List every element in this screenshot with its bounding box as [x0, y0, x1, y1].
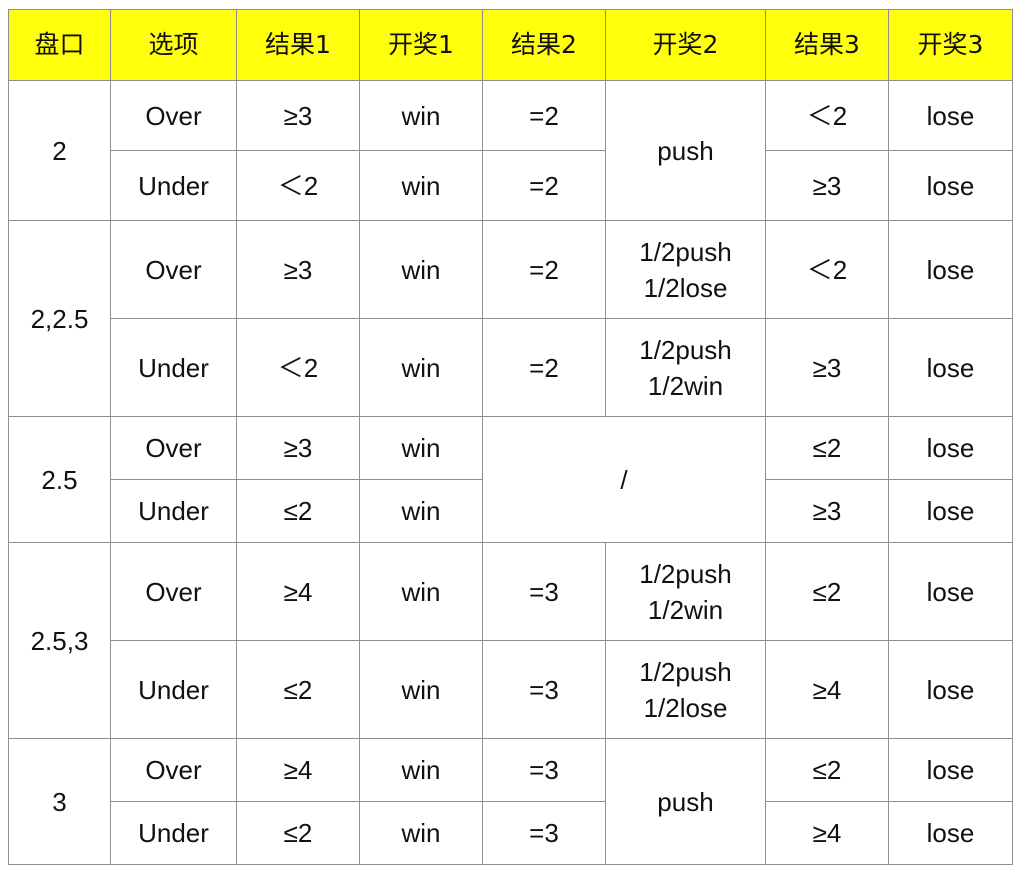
table-row: 3 Over ≥4 win =3 push ≤2 lose	[8, 738, 1013, 865]
payout-2-cell: 1/2push 1/2win	[605, 542, 766, 641]
table-row: 2,2.5 Over ≥3 win =2 1/2push 1/2lose ＜2 …	[8, 220, 1013, 417]
handicap-cell: 2.5,3	[8, 542, 111, 739]
payout-1-cell: win	[359, 640, 483, 739]
table-row: Under ＜2 win =2 ≥3 lose	[9, 150, 1013, 221]
payout-1-cell: win	[359, 801, 483, 865]
result-1-cell: ＜2	[236, 318, 360, 417]
result-3-cell: ≥3	[765, 479, 889, 543]
option-cell: Under	[110, 150, 237, 221]
result-3-cell: ≥4	[765, 801, 889, 865]
handicap-cell: 3	[8, 738, 111, 865]
option-cell: Under	[110, 801, 237, 865]
table-row: Under ≤2 win =3 1/2push 1/2lose ≥4 lose	[9, 640, 1013, 739]
result-1-cell: ≤2	[236, 801, 360, 865]
result-1-cell: ≥3	[236, 80, 360, 151]
payout-3-cell: lose	[888, 479, 1013, 543]
table-row: 2 Over ≥3 win =2 push ＜2 lose	[8, 80, 1013, 221]
payout-1-cell: win	[359, 80, 483, 151]
option-cell: Over	[110, 220, 237, 319]
result-1-cell: ≥4	[236, 738, 360, 802]
payout-3-cell: lose	[888, 640, 1013, 739]
result-2-cell: =3	[482, 542, 606, 641]
handicap-cell: 2,2.5	[8, 220, 111, 417]
not-applicable-cell: /	[482, 416, 766, 543]
result-3-cell: ≤2	[765, 738, 889, 802]
result-2-cell: =2	[482, 220, 606, 319]
payout-1-cell: win	[359, 318, 483, 417]
payout-2-cell: 1/2push 1/2lose	[605, 220, 766, 319]
payout-3-cell: lose	[888, 542, 1013, 641]
result-2-cell: =3	[482, 801, 606, 865]
result-3-cell: ≤2	[765, 542, 889, 641]
header-payout-1: 开奖1	[359, 9, 483, 81]
result-2-cell: =2	[482, 150, 606, 221]
result-1-cell: ≥3	[236, 220, 360, 319]
result-3-cell: ＜2	[765, 80, 889, 151]
option-cell: Under	[110, 640, 237, 739]
payout-2-cell: push	[605, 80, 766, 221]
payout-3-cell: lose	[888, 318, 1013, 417]
payout-3-cell: lose	[888, 738, 1013, 802]
result-1-cell: ≤2	[236, 479, 360, 543]
payout-3-cell: lose	[888, 416, 1013, 480]
result-1-cell: ≥3	[236, 416, 360, 480]
result-1-cell: ≤2	[236, 640, 360, 739]
result-2-cell: =2	[482, 318, 606, 417]
header-payout-3: 开奖3	[888, 9, 1013, 81]
payout-3-cell: lose	[888, 150, 1013, 221]
option-cell: Over	[110, 416, 237, 480]
table-row: 2.5 Over ≥3 win / ≤2 lose	[8, 416, 1013, 543]
result-2-cell: =2	[482, 80, 606, 151]
result-2-cell: =3	[482, 640, 606, 739]
payout-2-cell: 1/2push 1/2win	[605, 318, 766, 417]
table-row: Under ≤2 win =3 ≥4 lose	[9, 801, 1013, 865]
header-handicap: 盘口	[8, 9, 111, 81]
payout-3-cell: lose	[888, 80, 1013, 151]
payout-2-cell: push	[605, 738, 766, 865]
result-3-cell: ≥3	[765, 150, 889, 221]
payout-1-cell: win	[359, 220, 483, 319]
option-cell: Over	[110, 80, 237, 151]
table-row: 2.5,3 Over ≥4 win =3 1/2push 1/2win ≤2 l…	[8, 542, 1013, 739]
result-2-cell: =3	[482, 738, 606, 802]
option-cell: Over	[110, 542, 237, 641]
payout-1-cell: win	[359, 416, 483, 480]
header-payout-2: 开奖2	[605, 9, 766, 81]
odds-table: 盘口 选项 结果1 开奖1 结果2 开奖2 结果3 开奖3 2 Over ≥3 …	[8, 9, 1013, 865]
option-cell: Under	[110, 318, 237, 417]
option-cell: Under	[110, 479, 237, 543]
table-row: Under ＜2 win =2 1/2push 1/2win ≥3 lose	[9, 318, 1013, 417]
option-cell: Over	[110, 738, 237, 802]
payout-1-cell: win	[359, 738, 483, 802]
payout-2-cell: 1/2push 1/2lose	[605, 640, 766, 739]
payout-1-cell: win	[359, 479, 483, 543]
header-result-3: 结果3	[765, 9, 889, 81]
result-3-cell: ≥4	[765, 640, 889, 739]
header-option: 选项	[110, 9, 237, 81]
payout-3-cell: lose	[888, 801, 1013, 865]
result-3-cell: ≥3	[765, 318, 889, 417]
payout-1-cell: win	[359, 150, 483, 221]
header-row: 盘口 选项 结果1 开奖1 结果2 开奖2 结果3 开奖3	[8, 9, 1013, 81]
payout-1-cell: win	[359, 542, 483, 641]
handicap-cell: 2	[8, 80, 111, 221]
handicap-cell: 2.5	[8, 416, 111, 543]
result-3-cell: ≤2	[765, 416, 889, 480]
result-1-cell: ＜2	[236, 150, 360, 221]
header-result-1: 结果1	[236, 9, 360, 81]
payout-3-cell: lose	[888, 220, 1013, 319]
result-3-cell: ＜2	[765, 220, 889, 319]
header-result-2: 结果2	[482, 9, 606, 81]
result-1-cell: ≥4	[236, 542, 360, 641]
